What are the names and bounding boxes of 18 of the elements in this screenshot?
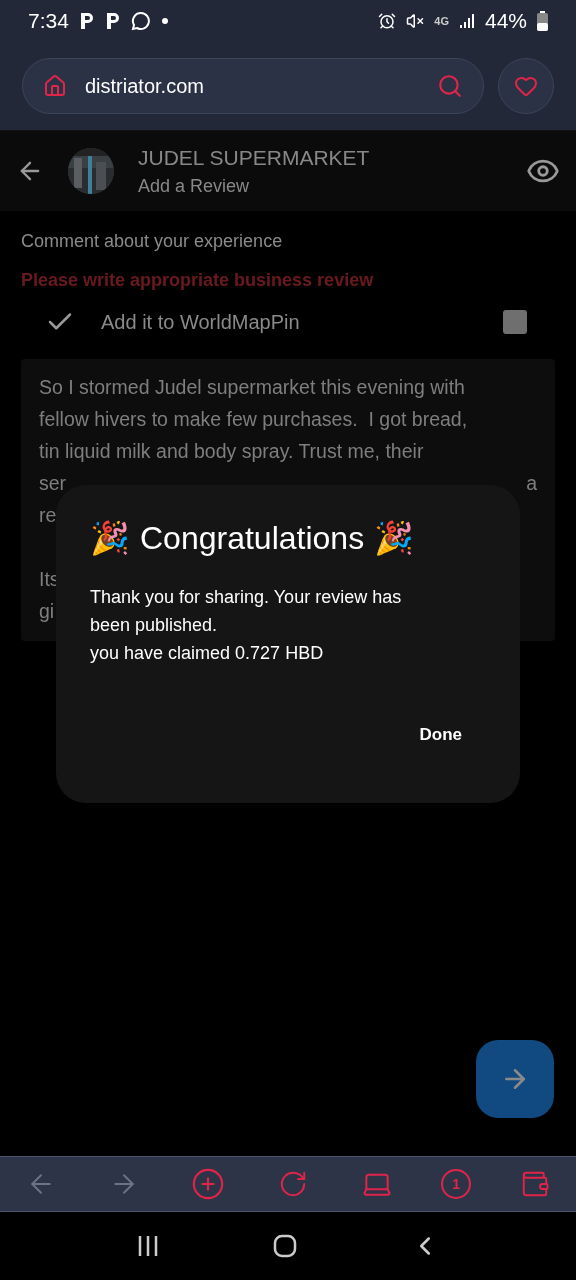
review-text: a — [526, 471, 537, 495]
review-text: gi — [39, 599, 55, 623]
network-type: 4G — [434, 15, 449, 27]
dialog-message: Thank you for sharing. Your review has been published. — [90, 586, 403, 637]
review-text: re — [39, 503, 57, 527]
business-name: JUDEL SUPERMARKET — [138, 145, 371, 170]
worldmappin-label: Add it to WorldMapPin — [101, 310, 301, 334]
review-text: So I stormed Judel supermarket this evening with — [39, 375, 465, 399]
dialog-title: 🎉 Congratulations 🎉 — [90, 519, 416, 557]
page-subtitle: Add a Review — [138, 175, 251, 197]
review-text: ser — [39, 471, 67, 495]
comment-label: Comment about your experience — [21, 231, 284, 252]
battery-percent: 44% — [484, 9, 527, 33]
review-text: fellow hivers to make few purchases. I got bread, — [39, 407, 468, 431]
status-time: 7:34 — [28, 9, 69, 33]
error-message: Please write appropriate business review — [21, 270, 375, 291]
claim-message: you have claimed 0.727 HBD — [90, 642, 325, 665]
review-text: tin liquid milk and body spray. Trust me, their — [39, 439, 424, 463]
